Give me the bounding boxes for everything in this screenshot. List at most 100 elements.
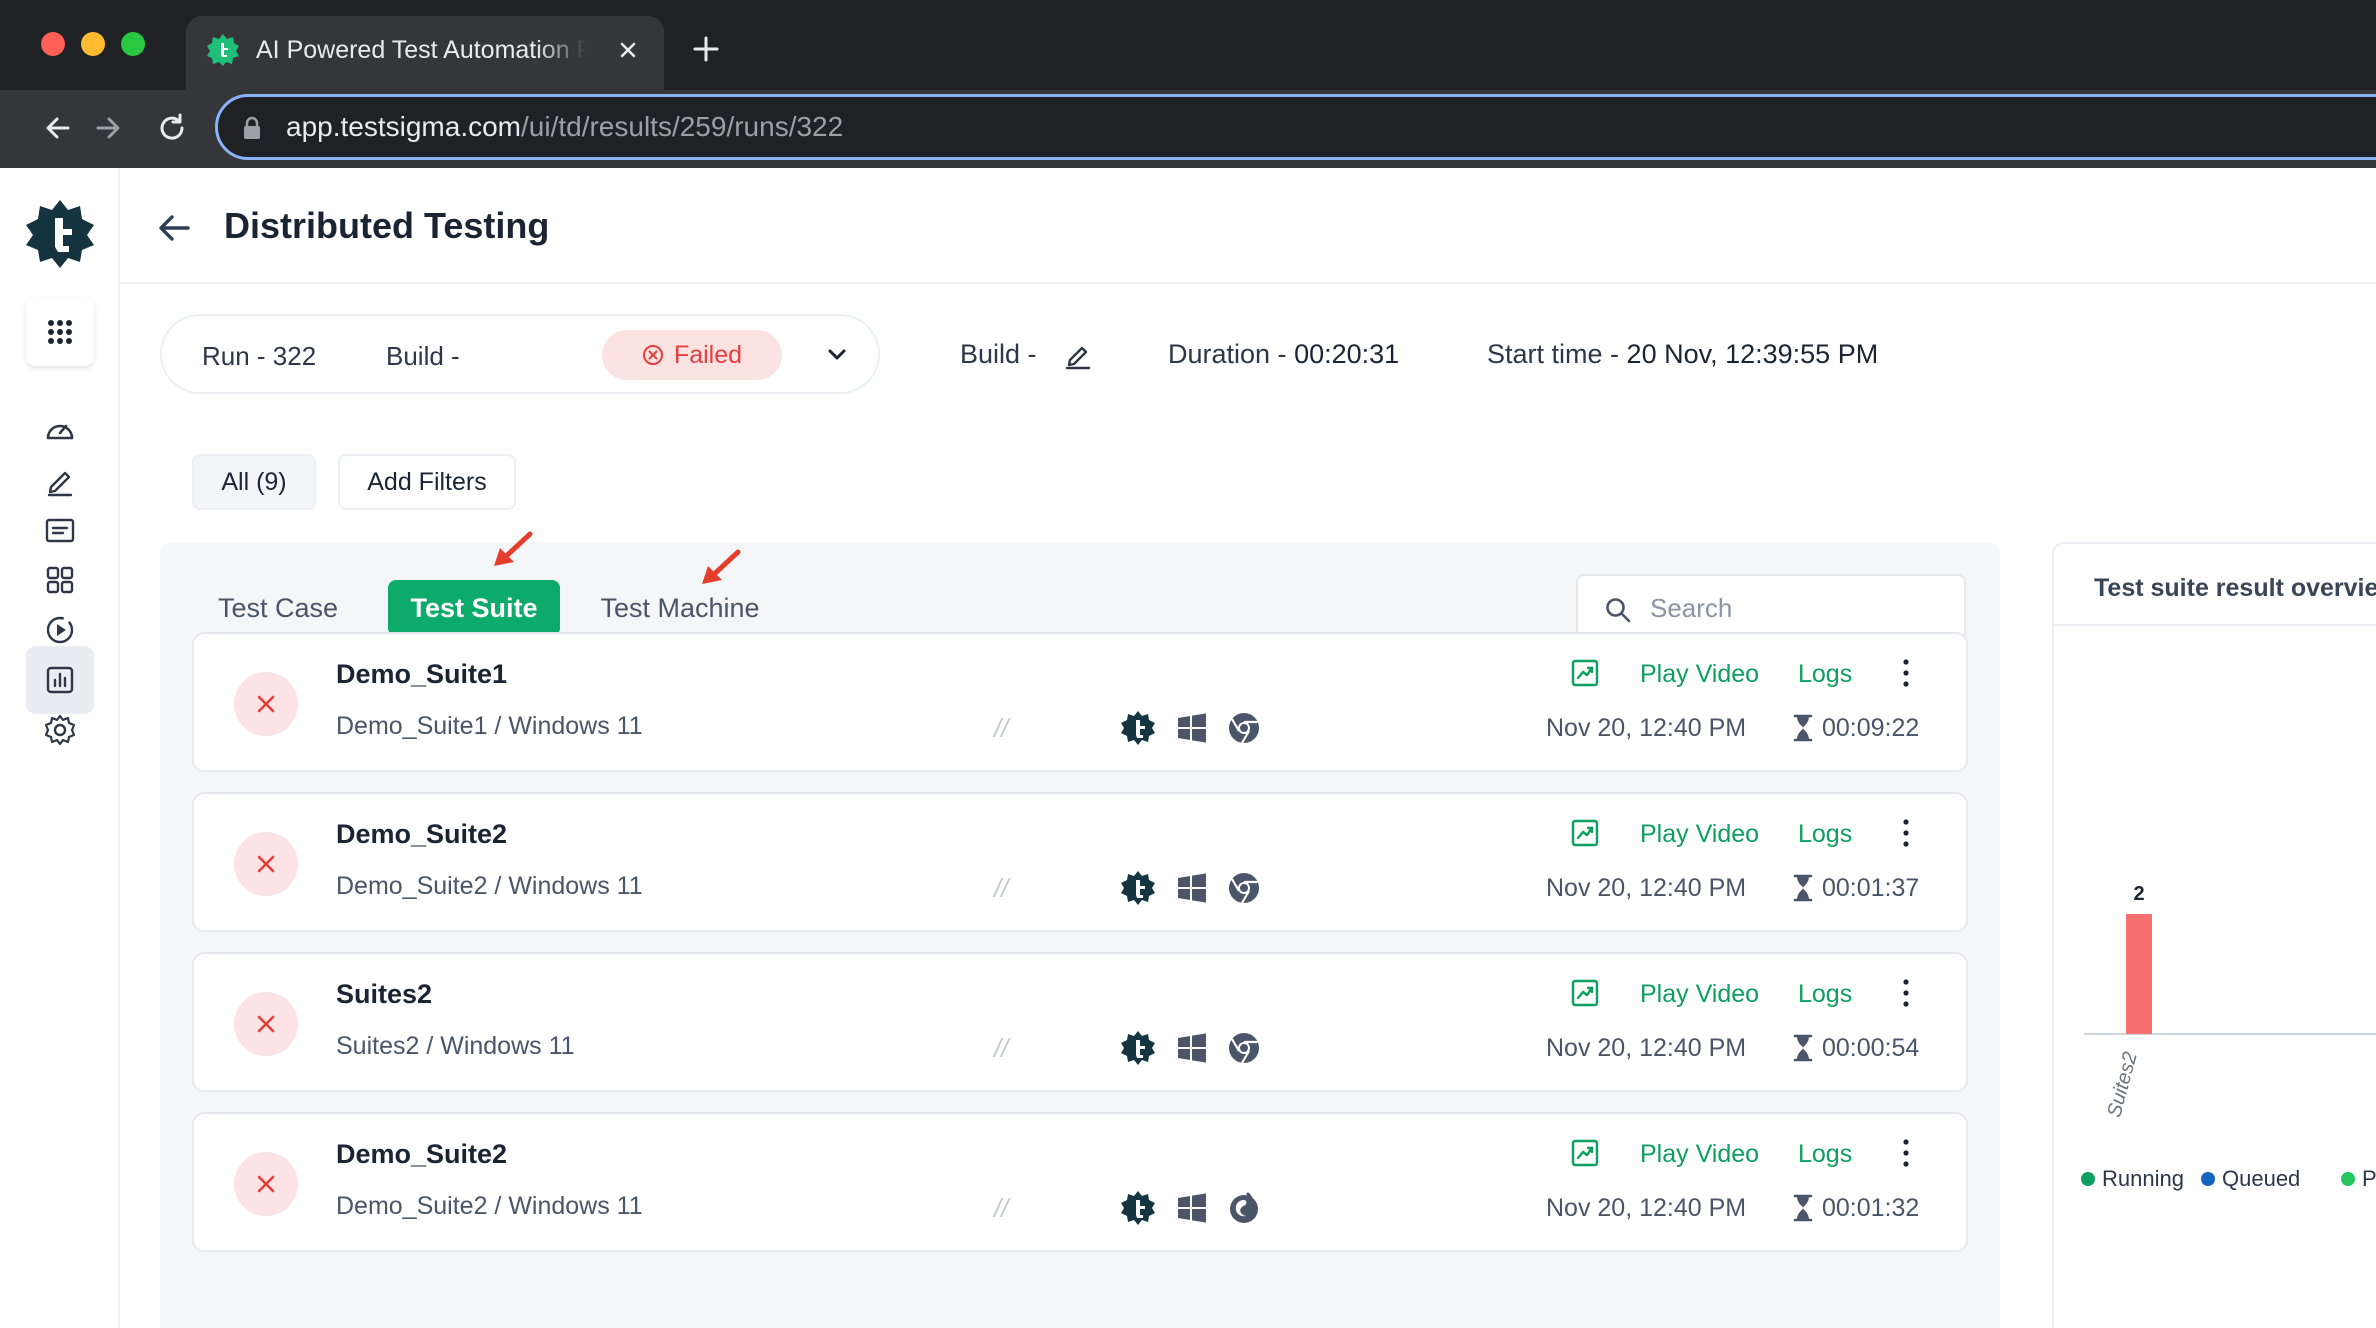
chrome-icon (1229, 1033, 1259, 1064)
new-tab-icon[interactable] (690, 33, 722, 65)
overview-panel: Test suite result overview 2 Suites2 Runni… (2052, 542, 2376, 1328)
failed-status-icon (234, 832, 298, 896)
duration-label: Duration - (1168, 339, 1287, 369)
start-time-label: Start time - (1487, 339, 1620, 369)
annotation-arrow-icon (494, 531, 533, 566)
category-tick-label: Suites2 (2103, 1050, 2142, 1120)
testsigma-favicon-icon (207, 34, 239, 66)
separator-mark: // (994, 1193, 1009, 1223)
apps-grid-icon (48, 320, 72, 344)
edit-pencil-icon[interactable] (1062, 338, 1094, 370)
suite-duration: 00:09:22 (1822, 714, 1920, 742)
reload-icon (160, 113, 184, 140)
close-x-icon (257, 1015, 275, 1033)
logs-link[interactable]: Logs (1798, 1136, 1852, 1172)
more-options-icon[interactable] (1896, 816, 1916, 850)
legend-label: Running (2102, 1166, 2184, 1191)
tab-test-case[interactable]: Test Case (202, 580, 354, 636)
status-label: Failed (673, 340, 743, 369)
pencil-icon (47, 471, 73, 497)
chart-bar[interactable] (2126, 914, 2152, 1034)
logs-link[interactable]: Logs (1798, 656, 1852, 692)
testsigma-agent-icon (1121, 1031, 1155, 1065)
status-badge: Failed (602, 330, 782, 380)
browser-tab[interactable]: AI Powered Test Automation Platform (186, 16, 664, 90)
more-options-icon[interactable] (1896, 976, 1916, 1010)
suite-path: Suites2 / Windows 11 (336, 1032, 575, 1060)
address-bar[interactable]: app.testsigma.com/ui/td/results/259/runs… (215, 94, 2376, 160)
tab-test-suite[interactable]: Test Suite (388, 580, 560, 636)
back-arrow-icon[interactable] (154, 208, 194, 248)
forward-button[interactable] (84, 104, 132, 152)
duration-info: Duration - 00:20:31 (1168, 336, 1399, 372)
separator-mark: // (994, 873, 1009, 903)
results-panel: Test Case Test Suite Test Machine Demo_S… (160, 531, 2000, 1328)
play-video-link[interactable]: Play Video (1640, 816, 1759, 852)
testsigma-agent-icon (1121, 711, 1155, 745)
add-filters-button[interactable]: Add Filters (338, 454, 516, 510)
suite-path: Demo_Suite1 / Windows 11 (336, 712, 643, 740)
hourglass-icon (1793, 874, 1813, 902)
testsigma-agent-icon (1121, 1191, 1155, 1225)
search-icon (1606, 598, 1631, 623)
suite-row[interactable]: Demo_Suite2 Demo_Suite2 / Windows 11 // … (192, 792, 1968, 932)
windows-icon (1178, 873, 1206, 903)
lock-icon (244, 116, 260, 139)
gear-icon (44, 714, 76, 746)
url-text: app.testsigma.com/ui/td/results/259/runs… (286, 109, 843, 145)
separator-mark: // (994, 713, 1009, 743)
search-input[interactable] (1650, 588, 1950, 628)
filter-all-button[interactable]: All (9) (192, 454, 316, 510)
windows-icon (1178, 713, 1206, 743)
reload-button[interactable] (148, 104, 196, 152)
suite-row[interactable]: Demo_Suite1 Demo_Suite1 / Windows 11 // … (192, 632, 1968, 772)
minimize-window-button[interactable] (81, 32, 105, 56)
suite-row[interactable]: Suites2 Suites2 / Windows 11 // Play Vid… (192, 952, 1968, 1092)
play-video-link[interactable]: Play Video (1640, 1136, 1759, 1172)
logs-link[interactable]: Logs (1798, 976, 1852, 1012)
suite-name: Demo_Suite2 (336, 1139, 508, 1169)
legend-dot (2081, 1172, 2095, 1186)
legend-dot (2201, 1172, 2215, 1186)
folder-icon (45, 518, 75, 543)
close-window-button[interactable] (41, 32, 65, 56)
page-title: Distributed Testing (224, 205, 550, 246)
logs-link[interactable]: Logs (1798, 816, 1852, 852)
suite-start-date: Nov 20, 12:40 PM (1546, 1194, 1747, 1222)
testsigma-logo-icon[interactable] (24, 198, 96, 270)
separator-mark: // (994, 1033, 1009, 1063)
run-selector[interactable]: Run - 322 Build - Failed (160, 314, 880, 394)
close-tab-icon[interactable] (614, 36, 642, 64)
dashboard-gauge-icon (46, 424, 74, 440)
more-options-icon[interactable] (1896, 656, 1916, 690)
trend-chart-icon[interactable] (1570, 658, 1600, 688)
back-button[interactable] (34, 104, 82, 152)
suite-row[interactable]: Demo_Suite2 Demo_Suite2 / Windows 11 // … (192, 1112, 1968, 1252)
suite-name: Suites2 (336, 979, 433, 1009)
close-x-icon (257, 855, 275, 873)
left-nav (0, 168, 120, 1328)
windows-icon (1178, 1033, 1206, 1063)
hourglass-icon (1793, 1034, 1813, 1062)
chevron-down-icon[interactable] (822, 340, 852, 370)
build-label: Build - (960, 339, 1037, 369)
more-options-icon[interactable] (1896, 1136, 1916, 1170)
trend-chart-icon[interactable] (1570, 978, 1600, 1008)
grid-blocks-icon (46, 566, 74, 594)
play-video-link[interactable]: Play Video (1640, 656, 1759, 692)
chrome-icon (1229, 873, 1259, 904)
maximize-window-button[interactable] (121, 32, 145, 56)
chrome-icon (1229, 713, 1259, 744)
trend-chart-icon[interactable] (1570, 818, 1600, 848)
trend-chart-icon[interactable] (1570, 1138, 1600, 1168)
apps-grid-button[interactable] (26, 298, 94, 366)
tab-test-machine[interactable]: Test Machine (592, 580, 768, 636)
failed-status-icon (234, 1152, 298, 1216)
testsigma-agent-icon (1121, 871, 1155, 905)
failed-status-icon (234, 672, 298, 736)
bar-value-label: 2 (2133, 883, 2144, 905)
suite-path: Demo_Suite2 / Windows 11 (336, 1192, 643, 1220)
browser-chrome: AI Powered Test Automation Platform app.… (0, 0, 2376, 168)
play-video-link[interactable]: Play Video (1640, 976, 1759, 1012)
nav-settings[interactable] (26, 696, 94, 764)
